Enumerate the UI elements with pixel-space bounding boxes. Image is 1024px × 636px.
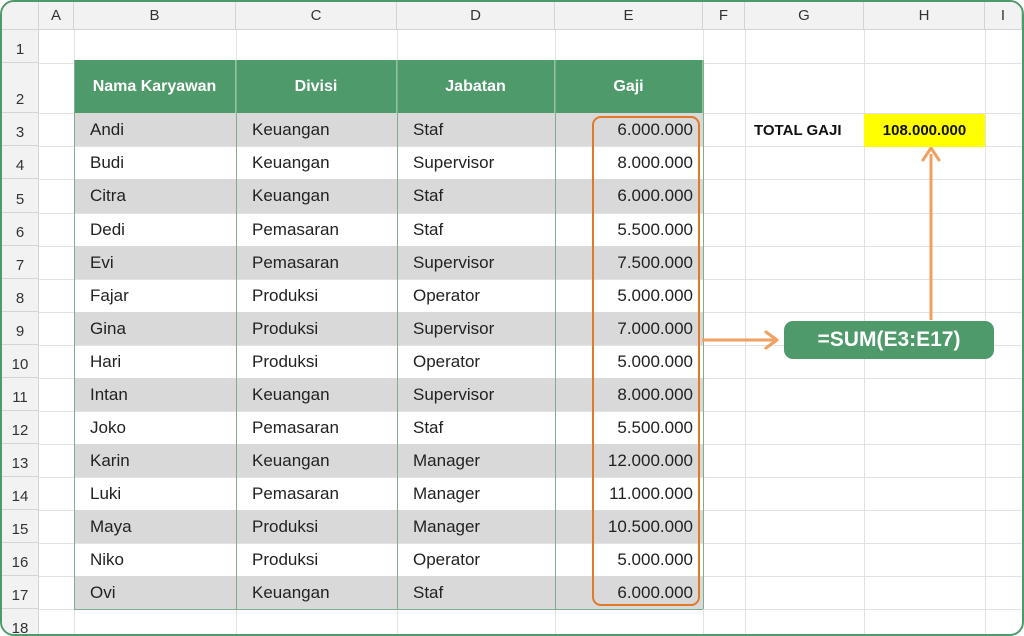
gridline-vertical xyxy=(1022,30,1023,636)
annotation-arrows xyxy=(702,146,941,350)
total-gaji-label: TOTAL GAJI xyxy=(754,121,842,139)
formula-callout: =SUM(E3:E17) xyxy=(784,321,994,359)
total-gaji-value[interactable]: 108.000.000 xyxy=(864,114,985,147)
spreadsheet-frame: A B C D E F G H I 1 2 3 4 5 6 7 8 9 10 11 12 13 14 15 16 17 18 Nama… xyxy=(0,0,1024,636)
